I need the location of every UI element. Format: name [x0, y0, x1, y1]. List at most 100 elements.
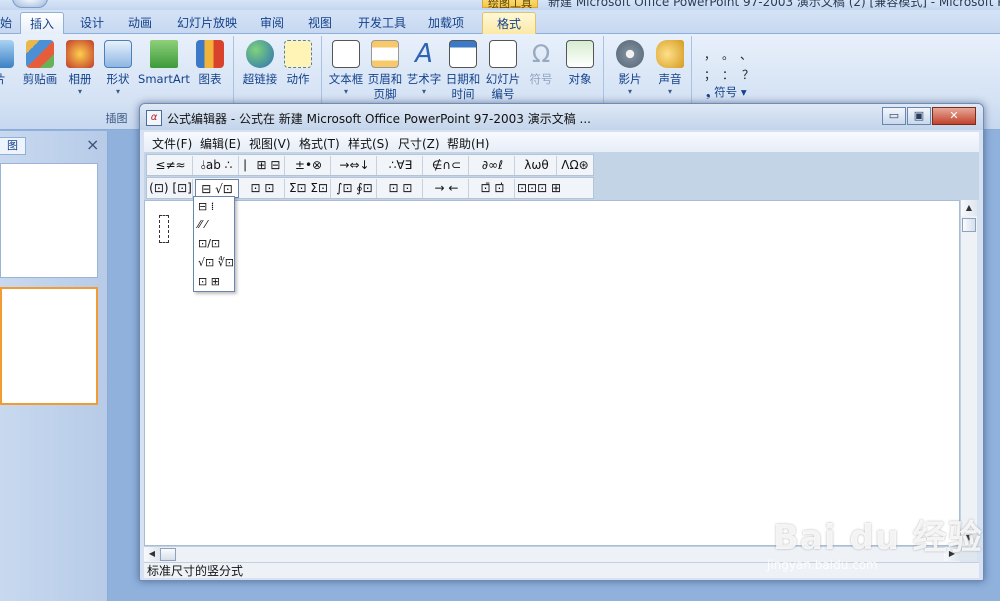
- template-inline-fraction[interactable]: ⊡/⊡: [198, 236, 220, 251]
- baidu-jingyan-watermark: Bai du 经验 jingyan.baidu.com: [765, 500, 985, 580]
- close-button[interactable]: ✕: [932, 107, 976, 125]
- header-footer-button[interactable]: 页眉和 页脚: [366, 40, 404, 102]
- palette-integrals[interactable]: ∫⊡ ∮⊡: [333, 179, 377, 198]
- palette-set-theory[interactable]: ∉∩⊂: [425, 156, 469, 175]
- equation-editor-title-bar[interactable]: α 公式编辑器 - 公式在 新建 Microsoft Office PowerP…: [140, 104, 983, 130]
- action-button[interactable]: 动作: [282, 40, 314, 87]
- palette-bars[interactable]: ⊡ ⊡: [379, 179, 423, 198]
- palette-spaces[interactable]: ⫰ab ∴: [195, 156, 239, 175]
- tab-review[interactable]: 审阅: [252, 12, 292, 34]
- palette-greek-lower[interactable]: λωθ: [517, 156, 557, 175]
- symbol-comma[interactable]: ，: [704, 46, 716, 63]
- template-full-fraction[interactable]: ⊟ ⁞: [198, 199, 214, 214]
- vertical-scroll-thumb[interactable]: [962, 218, 976, 232]
- textbox-button[interactable]: 文本框 ▾: [328, 40, 364, 97]
- vertical-scrollbar[interactable]: ▲ ▼: [960, 200, 977, 546]
- watermark-url: jingyan.baidu.com: [767, 558, 878, 572]
- bullet-icon: ❟: [706, 85, 715, 99]
- palette-operators[interactable]: ±•⊗: [287, 156, 331, 175]
- wordart-button[interactable]: A 艺术字 ▾: [406, 40, 442, 97]
- palette-fences[interactable]: (⊡) [⊡]: [149, 179, 193, 198]
- object-icon: [566, 40, 594, 68]
- equation-input-slot[interactable]: [159, 215, 169, 243]
- tab-developer[interactable]: 开发工具: [352, 12, 412, 34]
- smartart-button[interactable]: SmartArt: [138, 40, 190, 87]
- symbols-dropdown-button[interactable]: ❟ 符号 ▾: [706, 84, 747, 100]
- symbol-button-disabled: Ω 符号: [524, 40, 558, 87]
- symbol-colon[interactable]: ：: [722, 66, 734, 83]
- slide-number-button[interactable]: 幻灯片 编号: [484, 40, 522, 102]
- palette-misc-symbols[interactable]: ∂∞ℓ: [471, 156, 515, 175]
- shapes-button-label: 形状: [106, 72, 130, 86]
- palette-embellishments[interactable]: ⎸⊞ ⊟: [241, 156, 285, 175]
- palette-logic[interactable]: ∴∀∃: [379, 156, 423, 175]
- date-time-button-label: 日期和 时间: [445, 72, 481, 101]
- symbol-enum-comma[interactable]: 、: [740, 46, 752, 63]
- picture-icon: [0, 40, 14, 68]
- slide-thumbnail-2[interactable]: [0, 287, 98, 405]
- tab-insert[interactable]: 插入: [20, 12, 64, 34]
- close-icon[interactable]: ×: [86, 135, 99, 154]
- menu-help[interactable]: 帮助(H): [447, 135, 489, 152]
- slides-panel: 图 ×: [0, 131, 108, 601]
- sound-button-label: 声音: [658, 72, 682, 86]
- office-button[interactable]: [12, 0, 48, 8]
- palette-arrows[interactable]: →⇔↓: [333, 156, 377, 175]
- tab-addins[interactable]: 加载项: [422, 12, 470, 34]
- tab-design[interactable]: 设计: [72, 12, 112, 34]
- palette-relations[interactable]: ≤≠≈: [149, 156, 193, 175]
- menu-view[interactable]: 视图(V): [249, 135, 291, 152]
- palette-subscripts[interactable]: ⊡ ⊡: [241, 179, 285, 198]
- hyperlink-button[interactable]: 超链接: [240, 40, 280, 87]
- tab-animation[interactable]: 动画: [120, 12, 160, 34]
- minimize-button[interactable]: ▭: [882, 107, 906, 125]
- menu-edit[interactable]: 编辑(E): [200, 135, 241, 152]
- scroll-left-icon[interactable]: ◀: [144, 547, 160, 561]
- menu-size[interactable]: 尺寸(Z): [398, 135, 440, 152]
- maximize-button[interactable]: ▣: [907, 107, 931, 125]
- equation-palettes: ≤≠≈ ⫰ab ∴ ⎸⊞ ⊟ ±•⊗ →⇔↓ ∴∀∃ ∉∩⊂ ∂∞ℓ λωθ Λ…: [144, 152, 979, 200]
- slide-thumbnail-1[interactable]: [0, 163, 98, 278]
- tab-home[interactable]: 始: [0, 12, 14, 34]
- clipart-button[interactable]: 剪贴画: [20, 40, 60, 87]
- object-button[interactable]: 对象: [562, 40, 598, 87]
- template-long-division[interactable]: ⊡ ⊞: [198, 274, 220, 289]
- symbol-question[interactable]: ？: [742, 66, 754, 83]
- tab-view[interactable]: 视图: [300, 12, 340, 34]
- symbol-semicolon[interactable]: ；: [704, 66, 716, 83]
- template-radicals[interactable]: √⊡ ∜⊡: [198, 255, 234, 270]
- omega-icon: Ω: [531, 40, 551, 68]
- tab-format[interactable]: 格式: [482, 12, 536, 34]
- bar-chart-icon: [196, 40, 224, 68]
- menu-style[interactable]: 样式(S): [348, 135, 389, 152]
- symbols-dropdown-label: 符号: [714, 85, 738, 99]
- slides-panel-tab[interactable]: 图: [0, 137, 26, 155]
- symbol-button-label: 符号: [529, 72, 553, 86]
- header-footer-icon: [371, 40, 399, 68]
- photo-album-button[interactable]: 相册 ▾: [64, 40, 96, 97]
- wordart-icon: A: [415, 39, 433, 69]
- shapes-button[interactable]: 形状 ▾: [102, 40, 134, 97]
- equation-menu-bar: 文件(F) 编辑(E) 视图(V) 格式(T) 样式(S) 尺寸(Z) 帮助(H…: [144, 132, 979, 152]
- menu-file[interactable]: 文件(F): [152, 135, 192, 152]
- palette-labeled-arrows[interactable]: → ←: [425, 179, 469, 198]
- palette-matrices[interactable]: ⊡⊡⊡ ⊞: [517, 179, 561, 198]
- chevron-down-icon: ▾: [667, 87, 672, 96]
- scroll-up-icon[interactable]: ▲: [961, 200, 977, 216]
- movie-button[interactable]: 影片 ▾: [610, 40, 650, 97]
- wordart-button-label: 艺术字: [406, 72, 442, 86]
- picture-button[interactable]: 片: [0, 40, 14, 87]
- chart-button[interactable]: 图表: [194, 40, 226, 87]
- clipart-button-label: 剪贴画: [22, 72, 58, 86]
- palette-products[interactable]: ⊡̄ ⊡̇: [471, 179, 515, 198]
- menu-format[interactable]: 格式(T): [299, 135, 340, 152]
- symbol-period[interactable]: 。: [722, 46, 734, 63]
- horizontal-scroll-thumb[interactable]: [160, 548, 176, 561]
- date-time-button[interactable]: 日期和 时间: [444, 40, 482, 102]
- equation-editing-area[interactable]: [144, 200, 960, 546]
- palette-greek-upper[interactable]: ΛΩ⊛: [557, 156, 593, 175]
- tab-slideshow[interactable]: 幻灯片放映: [172, 12, 242, 34]
- palette-summations[interactable]: Σ⊡ Σ⊡: [287, 179, 331, 198]
- template-slash-fraction[interactable]: ⁄⁄ ⁄: [198, 217, 207, 232]
- sound-button[interactable]: 声音 ▾: [650, 40, 690, 97]
